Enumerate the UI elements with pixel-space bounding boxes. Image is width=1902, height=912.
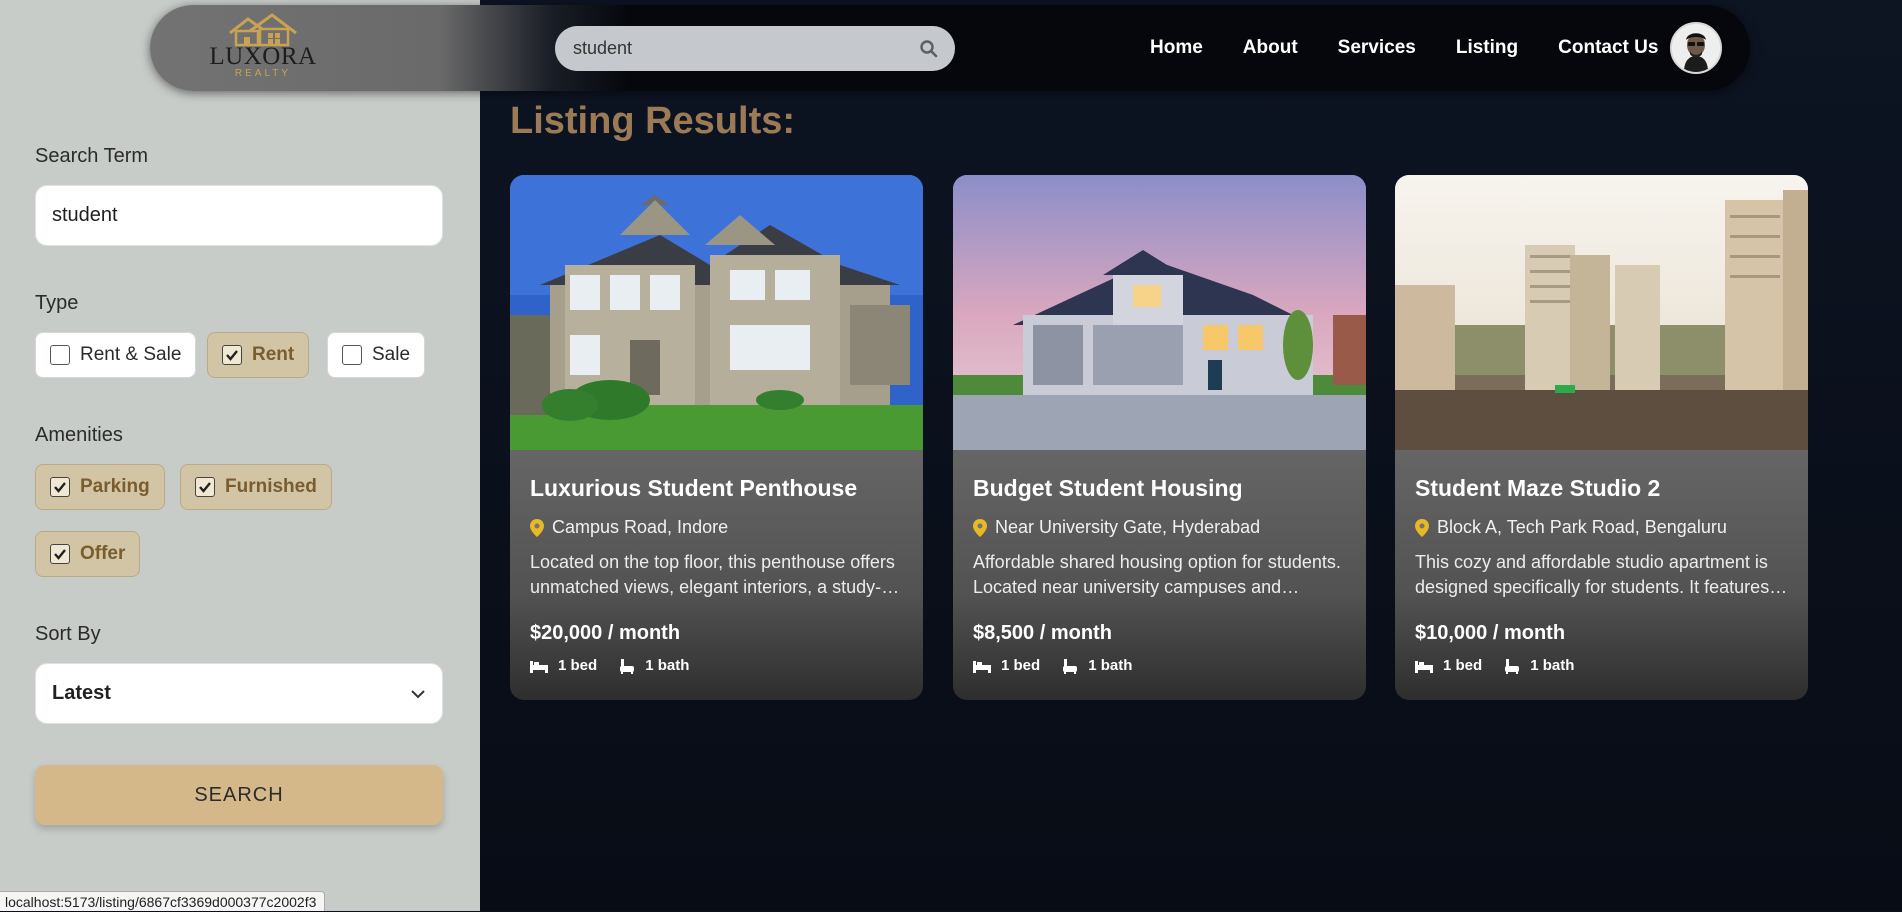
type-rent-checkbox[interactable]: Rent bbox=[207, 332, 310, 378]
listing-title[interactable]: Luxurious Student Penthouse bbox=[530, 475, 903, 502]
listing-card[interactable]: Budget Student Housing Near University G… bbox=[953, 175, 1366, 700]
listing-description: Affordable shared housing option for stu… bbox=[973, 552, 1341, 597]
nav-listing-link[interactable]: Listing bbox=[1456, 37, 1518, 59]
type-sale-checkbox[interactable]: Sale bbox=[327, 332, 426, 378]
sort-by-select[interactable]: Latest bbox=[35, 663, 443, 724]
nav-about-link[interactable]: About bbox=[1243, 37, 1298, 59]
checkbox-unchecked-icon bbox=[342, 345, 362, 365]
bed-icon bbox=[530, 660, 548, 673]
listing-location: Block A, Tech Park Road, Bengaluru bbox=[1415, 517, 1788, 538]
listing-results-title: Listing Results: bbox=[510, 100, 796, 142]
listing-location: Near University Gate, Hyderabad bbox=[973, 517, 1346, 538]
amenity-option-label: Offer bbox=[80, 543, 126, 564]
user-avatar[interactable] bbox=[1670, 22, 1722, 74]
listing-location: Campus Road, Indore bbox=[530, 517, 903, 538]
listing-price: $8,500 / month bbox=[973, 622, 1112, 644]
amenity-furnished-checkbox[interactable]: Furnished bbox=[180, 464, 332, 510]
nav-home-link[interactable]: Home bbox=[1150, 37, 1203, 59]
listing-features: 1 bed 1 bath bbox=[973, 657, 1346, 674]
checkbox-checked-icon bbox=[50, 544, 70, 564]
bed-icon bbox=[1415, 660, 1433, 673]
nav-contact-link[interactable]: Contact Us bbox=[1558, 37, 1658, 59]
sort-by-label: Sort By bbox=[35, 623, 101, 645]
search-term-label: Search Term bbox=[35, 145, 149, 167]
listing-location-text: Block A, Tech Park Road, Bengaluru bbox=[1437, 517, 1727, 537]
listing-location-text: Near University Gate, Hyderabad bbox=[995, 517, 1261, 537]
listing-description: Located on the top floor, this penthouse… bbox=[530, 552, 895, 597]
checkbox-unchecked-icon bbox=[50, 345, 70, 365]
listing-price: $20,000 / month bbox=[530, 622, 681, 644]
listing-photo[interactable] bbox=[953, 175, 1366, 450]
listing-location-text: Campus Road, Indore bbox=[552, 517, 729, 537]
listing-baths: 1 bath bbox=[1530, 657, 1575, 674]
logo-tagline: REALTY bbox=[234, 68, 292, 79]
house-logo-icon bbox=[229, 13, 297, 47]
listing-price: $10,000 / month bbox=[1415, 622, 1566, 644]
bath-icon bbox=[1063, 658, 1078, 674]
amenity-option-label: Furnished bbox=[225, 476, 317, 497]
listing-photo[interactable] bbox=[510, 175, 923, 450]
checkbox-checked-icon bbox=[222, 345, 242, 365]
location-pin-icon bbox=[973, 518, 987, 537]
type-option-label: Rent & Sale bbox=[80, 344, 182, 365]
listing-description: This cozy and affordable studio apartmen… bbox=[1415, 552, 1785, 597]
luxora-logo[interactable]: LUXORA REALTY bbox=[208, 13, 318, 89]
amenity-offer-checkbox[interactable]: Offer bbox=[35, 531, 141, 577]
type-option-label: Sale bbox=[372, 344, 411, 365]
chevron-down-icon bbox=[411, 689, 425, 698]
type-label: Type bbox=[35, 292, 79, 314]
header-search-input[interactable] bbox=[571, 37, 919, 60]
nav-services-link[interactable]: Services bbox=[1338, 37, 1416, 59]
listing-beds: 1 bed bbox=[1443, 657, 1483, 674]
bath-icon bbox=[620, 658, 635, 674]
listing-baths: 1 bath bbox=[1088, 657, 1133, 674]
search-button[interactable]: SEARCH bbox=[35, 765, 443, 825]
type-rent-and-sale-checkbox[interactable]: Rent & Sale bbox=[35, 332, 197, 378]
listing-beds: 1 bed bbox=[558, 657, 598, 674]
listing-card[interactable]: Student Maze Studio 2 Block A, Tech Park… bbox=[1395, 175, 1808, 700]
search-icon[interactable] bbox=[919, 39, 939, 59]
logo-brand-name: LUXORA bbox=[209, 43, 317, 70]
location-pin-icon bbox=[1415, 518, 1429, 537]
sort-selected-value: Latest bbox=[52, 682, 111, 704]
main-nav: Home About Services Listing Contact Us bbox=[1150, 5, 1698, 91]
bed-icon bbox=[973, 660, 991, 673]
listing-card[interactable]: Luxurious Student Penthouse Campus Road,… bbox=[510, 175, 923, 700]
user-avatar-image bbox=[1672, 24, 1720, 72]
listing-beds: 1 bed bbox=[1001, 657, 1041, 674]
header-search-bar bbox=[555, 26, 955, 71]
checkbox-checked-icon bbox=[195, 477, 215, 497]
checkbox-checked-icon bbox=[50, 477, 70, 497]
amenities-label: Amenities bbox=[35, 424, 123, 446]
listing-title[interactable]: Student Maze Studio 2 bbox=[1415, 475, 1788, 502]
listing-title[interactable]: Budget Student Housing bbox=[973, 475, 1346, 502]
status-bar-url: localhost:5173/listing/6867cf3369d000377… bbox=[0, 891, 326, 911]
listing-features: 1 bed 1 bath bbox=[1415, 657, 1788, 674]
amenity-option-label: Parking bbox=[80, 476, 150, 497]
location-pin-icon bbox=[530, 518, 544, 537]
amenity-parking-checkbox[interactable]: Parking bbox=[35, 464, 165, 510]
type-option-label: Rent bbox=[252, 344, 295, 365]
bath-icon bbox=[1505, 658, 1520, 674]
listing-features: 1 bed 1 bath bbox=[530, 657, 903, 674]
top-navbar: LUXORA REALTY Home About Services Listin… bbox=[150, 5, 1750, 91]
listing-photo[interactable] bbox=[1395, 175, 1808, 450]
search-term-input[interactable] bbox=[35, 185, 443, 246]
listing-baths: 1 bath bbox=[645, 657, 690, 674]
